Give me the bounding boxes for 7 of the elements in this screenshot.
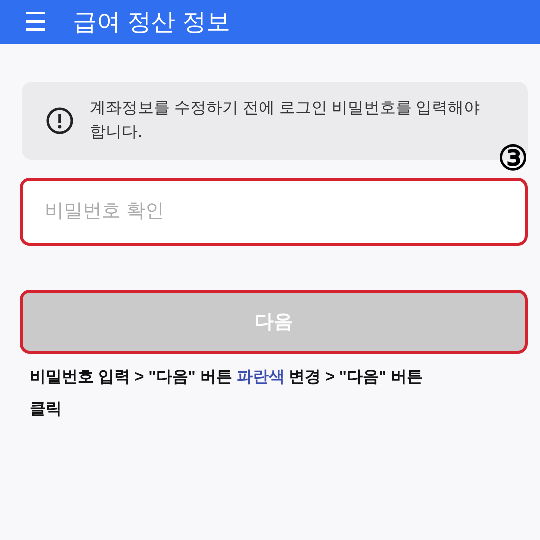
password-field[interactable]: 비밀번호 확인 xyxy=(20,178,528,246)
app-bar-title: 급여 정산 정보 xyxy=(73,8,230,38)
menu-icon[interactable]: ☰ xyxy=(24,9,47,35)
instruction-text: 비밀번호 입력 > "다음" 버튼 파란색 변경 > "다음" 버튼 클릭 xyxy=(30,368,424,420)
notice-text: 계좌정보를 수정하기 전에 로그인 비밀번호를 입력해야 합니다. xyxy=(90,99,482,143)
exclamation-icon xyxy=(46,107,74,135)
step-marker: ③ xyxy=(498,142,528,176)
